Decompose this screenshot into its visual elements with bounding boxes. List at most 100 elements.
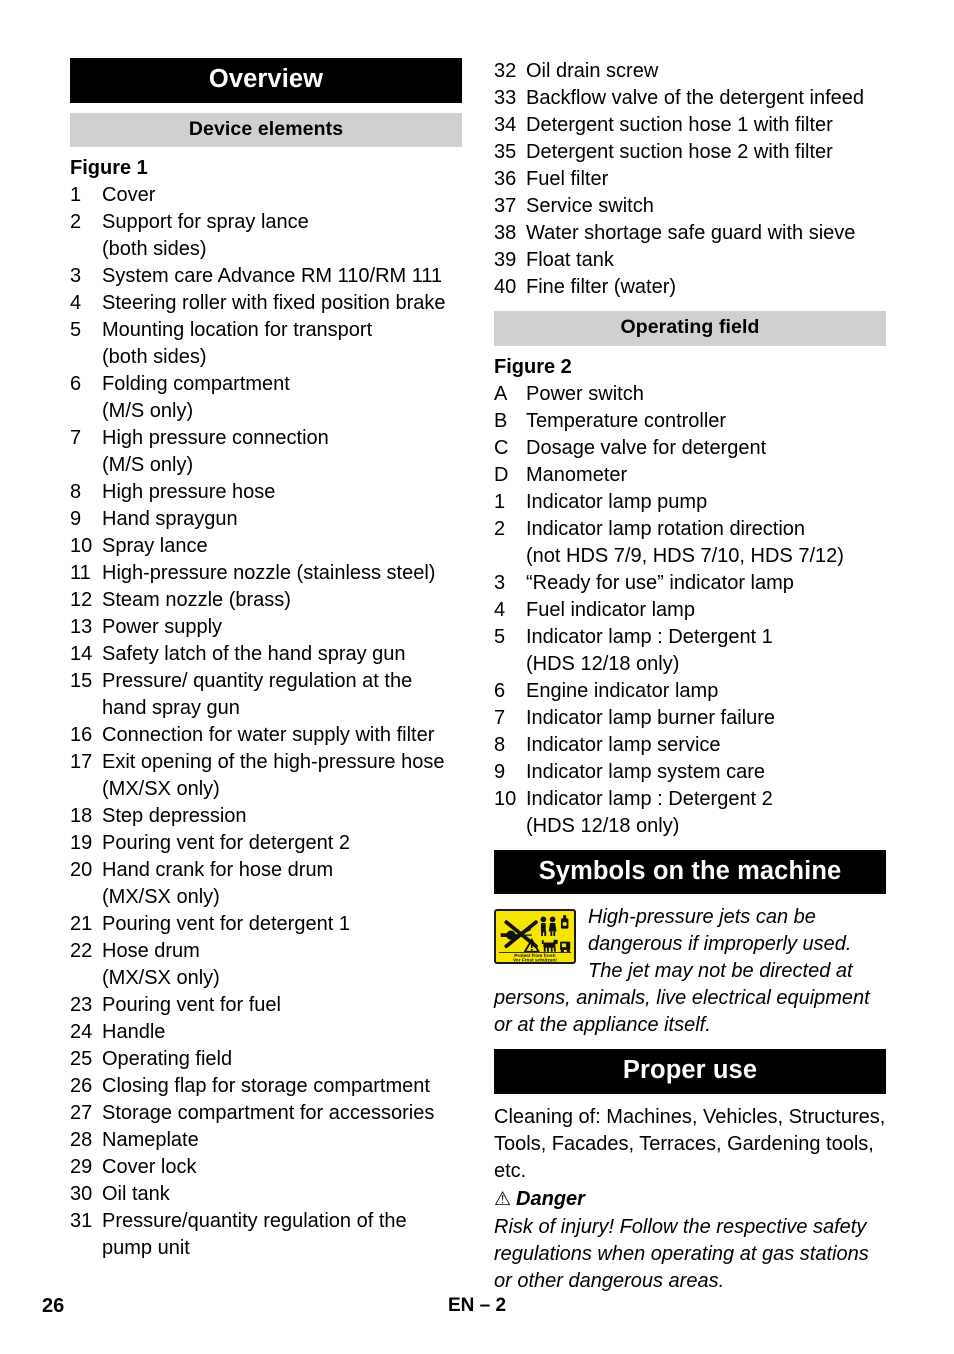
list-item-number: 21 xyxy=(70,913,93,935)
list-item-number: 9 xyxy=(494,760,506,783)
list-item: 6 Folding compartment xyxy=(70,371,462,398)
list-item-label: Closing flap for storage compartment xyxy=(102,1075,430,1097)
list-item-number: 17 xyxy=(70,751,93,773)
left-column: Overview Device elements Figure 1 1 Cover… xyxy=(70,58,462,1262)
list-item-number: 31 xyxy=(70,1210,93,1232)
list-item-number: 5 xyxy=(70,319,82,341)
list-item-label: Manometer xyxy=(526,463,628,486)
right-column: 32 Oil drain screw 33 Backflow valve of the… xyxy=(494,58,886,1295)
list-item-label: Fuel indicator lamp xyxy=(526,598,695,621)
list-item: 12 Steam nozzle (brass) xyxy=(70,587,462,614)
list-item-number: 22 xyxy=(70,940,93,962)
list-item-label: High pressure connection xyxy=(102,427,329,449)
list-item: 39 Float tank xyxy=(494,247,886,274)
list-item: 10 Indicator lamp : Detergent 2 xyxy=(494,786,886,813)
list-item-label: Indicator lamp system care xyxy=(526,760,765,783)
list-item-label: Support for spray lance xyxy=(102,211,309,233)
list-item: 8 High pressure hose xyxy=(70,479,462,506)
list-item-number: 7 xyxy=(494,706,506,729)
list-item: 32 Oil drain screw xyxy=(494,58,886,85)
danger-heading: ⚠ Danger xyxy=(494,1185,886,1214)
list-item-number: 1 xyxy=(70,184,82,206)
list-item: 5 Indicator lamp : Detergent 1 xyxy=(494,624,886,651)
danger-heading-label: Danger xyxy=(516,1187,585,1210)
list-item-label: Indicator lamp : Detergent 2 xyxy=(526,787,773,810)
list-item: 31 Pressure/quantity regulation of the xyxy=(70,1208,462,1235)
list-item-number: 4 xyxy=(70,292,82,314)
list-item-number: 36 xyxy=(494,168,517,190)
figure-label-2: Figure 2 xyxy=(494,355,572,378)
list-item: 1 Indicator lamp pump xyxy=(494,489,886,516)
subsection-header-device-elements: Device elements xyxy=(70,112,462,147)
list-item: 3 System care Advance RM 110/RM 111 xyxy=(70,263,462,290)
list-item-number: 28 xyxy=(70,1129,93,1151)
list-item-number: 4 xyxy=(494,598,506,621)
list-item: 13 Power supply xyxy=(70,614,462,641)
list-item-label: Indicator lamp service xyxy=(526,733,721,756)
list-item-sublabel: (MX/SX only) xyxy=(102,967,220,989)
subsection-header-operating-field: Operating field xyxy=(494,311,886,346)
list-item: 16 Connection for water supply with filte… xyxy=(70,722,462,749)
list-item-label: Hand crank for hose drum xyxy=(102,859,334,881)
list-item-continuation: (both sides) xyxy=(70,344,462,371)
list-item: 2 Support for spray lance xyxy=(70,209,462,236)
list-item-label: Oil tank xyxy=(102,1183,170,1205)
list-item: 9 Indicator lamp system care xyxy=(494,759,886,786)
list-item: 20 Hand crank for hose drum xyxy=(70,857,462,884)
list-item-number: 30 xyxy=(70,1183,93,1205)
list-item-label: Hand spraygun xyxy=(102,508,238,530)
frost-warning-label-icon: Protect from frost! Vor Frost schützen! xyxy=(494,909,576,964)
list-item-number: 2 xyxy=(494,517,506,540)
list-item-sublabel: (MX/SX only) xyxy=(102,778,220,800)
list-item-label: Spray lance xyxy=(102,535,208,557)
list-item-label: Power switch xyxy=(526,382,644,405)
list-item-number: 2 xyxy=(70,211,82,233)
list-item-sublabel: (HDS 12/18 only) xyxy=(526,652,680,675)
list-item-sublabel: (M/S only) xyxy=(102,454,194,476)
list-item-continuation: (not HDS 7/9, HDS 7/10, HDS 7/12) xyxy=(494,543,886,570)
list-item: 22 Hose drum xyxy=(70,938,462,965)
list-item-number: 20 xyxy=(70,859,93,881)
list-item: 1 Cover xyxy=(70,182,462,209)
list-item-number: C xyxy=(494,436,509,459)
list-item: 38 Water shortage safe guard with sieve xyxy=(494,220,886,247)
list-item: D Manometer xyxy=(494,462,886,489)
list-item-label: Folding compartment xyxy=(102,373,290,395)
list-item-continuation: hand spray gun xyxy=(70,695,462,722)
list-item-label: Safety latch of the hand spray gun xyxy=(102,643,406,665)
list-item: 11 High-pressure nozzle (stainless steel) xyxy=(70,560,462,587)
list-item-label: Exit opening of the high-pressure hose xyxy=(102,751,445,773)
device-elements-list: 1 Cover 2 Support for spray lance (both side… xyxy=(70,182,462,1262)
list-item-label: Steering roller with fixed position brak… xyxy=(102,292,446,314)
list-item: 36 Fuel filter xyxy=(494,166,886,193)
list-item-label: High pressure hose xyxy=(102,481,276,503)
page-footer: 26 EN – 2 xyxy=(0,1293,954,1323)
list-item: 27 Storage compartment for accessories xyxy=(70,1100,462,1127)
list-item: 26 Closing flap for storage compartment xyxy=(70,1073,462,1100)
list-item-continuation: (M/S only) xyxy=(70,452,462,479)
list-item-number: 6 xyxy=(70,373,82,395)
list-item-label: Operating field xyxy=(102,1048,233,1070)
list-item-number: 8 xyxy=(70,481,82,503)
list-item-number: 27 xyxy=(70,1102,93,1124)
list-item-label: Backflow valve of the detergent infeed xyxy=(526,87,864,109)
list-item: 29 Cover lock xyxy=(70,1154,462,1181)
list-item-number: 19 xyxy=(70,832,93,854)
list-item-number: 16 xyxy=(70,724,93,746)
list-item: 24 Handle xyxy=(70,1019,462,1046)
list-item-label: Float tank xyxy=(526,249,614,271)
list-item: 34 Detergent suction hose 1 with filter xyxy=(494,112,886,139)
operating-field-list: A Power switch B Temperature controller C Dos… xyxy=(494,381,886,840)
list-item-label: Pressure/quantity regulation of the xyxy=(102,1210,407,1232)
list-item-label: Detergent suction hose 1 with filter xyxy=(526,114,833,136)
frost-warning-line2: Vor Frost schützen! xyxy=(513,957,557,962)
list-item-label: Fine filter (water) xyxy=(526,276,677,298)
list-item: 35 Detergent suction hose 2 with filter xyxy=(494,139,886,166)
list-item-number: 39 xyxy=(494,249,517,271)
list-item-sublabel: (both sides) xyxy=(102,346,207,368)
list-item-label: Detergent suction hose 2 with filter xyxy=(526,141,833,163)
list-item: 30 Oil tank xyxy=(70,1181,462,1208)
